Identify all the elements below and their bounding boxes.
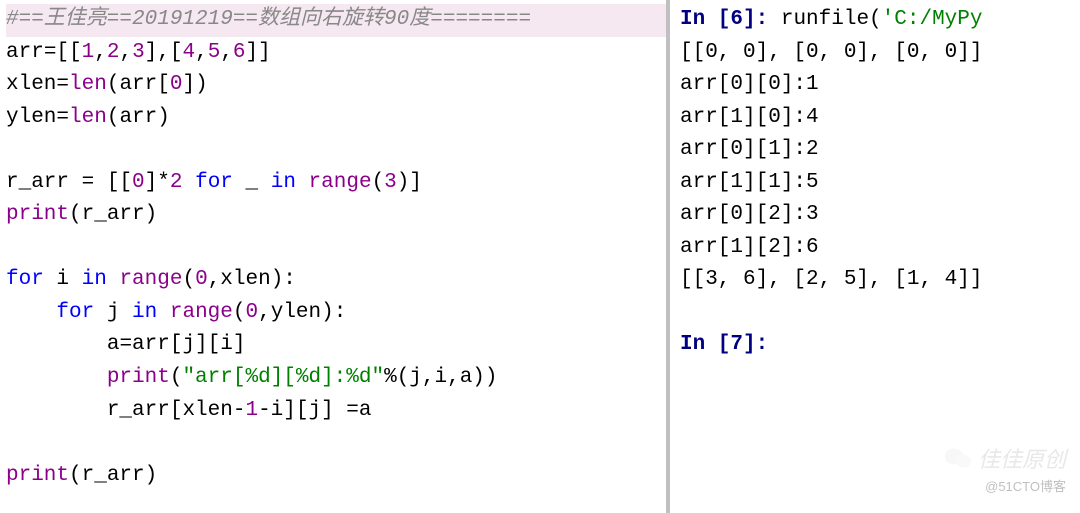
editor-line[interactable] — [6, 427, 666, 460]
editor-line[interactable]: for i in range(0,xlen): — [6, 264, 666, 297]
editor-line[interactable]: a=arr[j][i] — [6, 329, 666, 362]
console-line — [680, 297, 1080, 330]
console-pane[interactable]: In [6]: runfile('C:/MyPy[[0, 0], [0, 0],… — [668, 0, 1080, 513]
editor-line[interactable]: for j in range(0,ylen): — [6, 297, 666, 330]
console-line: arr[1][2]:6 — [680, 232, 1080, 265]
console-line[interactable]: In [6]: runfile('C:/MyPy — [680, 4, 1080, 37]
editor-line[interactable]: xlen=len(arr[0]) — [6, 69, 666, 102]
editor-line[interactable]: print("arr[%d][%d]:%d"%(j,i,a)) — [6, 362, 666, 395]
editor-line[interactable]: #==王佳亮==20191219==数组向右旋转90度======== — [6, 4, 666, 37]
editor-line[interactable]: r_arr[xlen-1-i][j] =a — [6, 395, 666, 428]
editor-line[interactable]: arr=[[1,2,3],[4,5,6]] — [6, 37, 666, 70]
console-line: arr[0][2]:3 — [680, 199, 1080, 232]
editor-line[interactable] — [6, 134, 666, 167]
console-line[interactable]: In [7]: — [680, 329, 1080, 362]
editor-line[interactable]: print(r_arr) — [6, 199, 666, 232]
console-line: arr[1][0]:4 — [680, 102, 1080, 135]
code-editor-pane[interactable]: #==王佳亮==20191219==数组向右旋转90度========arr=[… — [0, 0, 668, 513]
console-line: arr[1][1]:5 — [680, 167, 1080, 200]
console-line: [[0, 0], [0, 0], [0, 0]] — [680, 37, 1080, 70]
editor-line[interactable]: r_arr = [[0]*2 for _ in range(3)] — [6, 167, 666, 200]
console-line: arr[0][0]:1 — [680, 69, 1080, 102]
editor-line[interactable]: print(r_arr) — [6, 460, 666, 493]
console-line: arr[0][1]:2 — [680, 134, 1080, 167]
editor-line[interactable] — [6, 232, 666, 265]
console-line: [[3, 6], [2, 5], [1, 4]] — [680, 264, 1080, 297]
editor-line[interactable]: ylen=len(arr) — [6, 102, 666, 135]
